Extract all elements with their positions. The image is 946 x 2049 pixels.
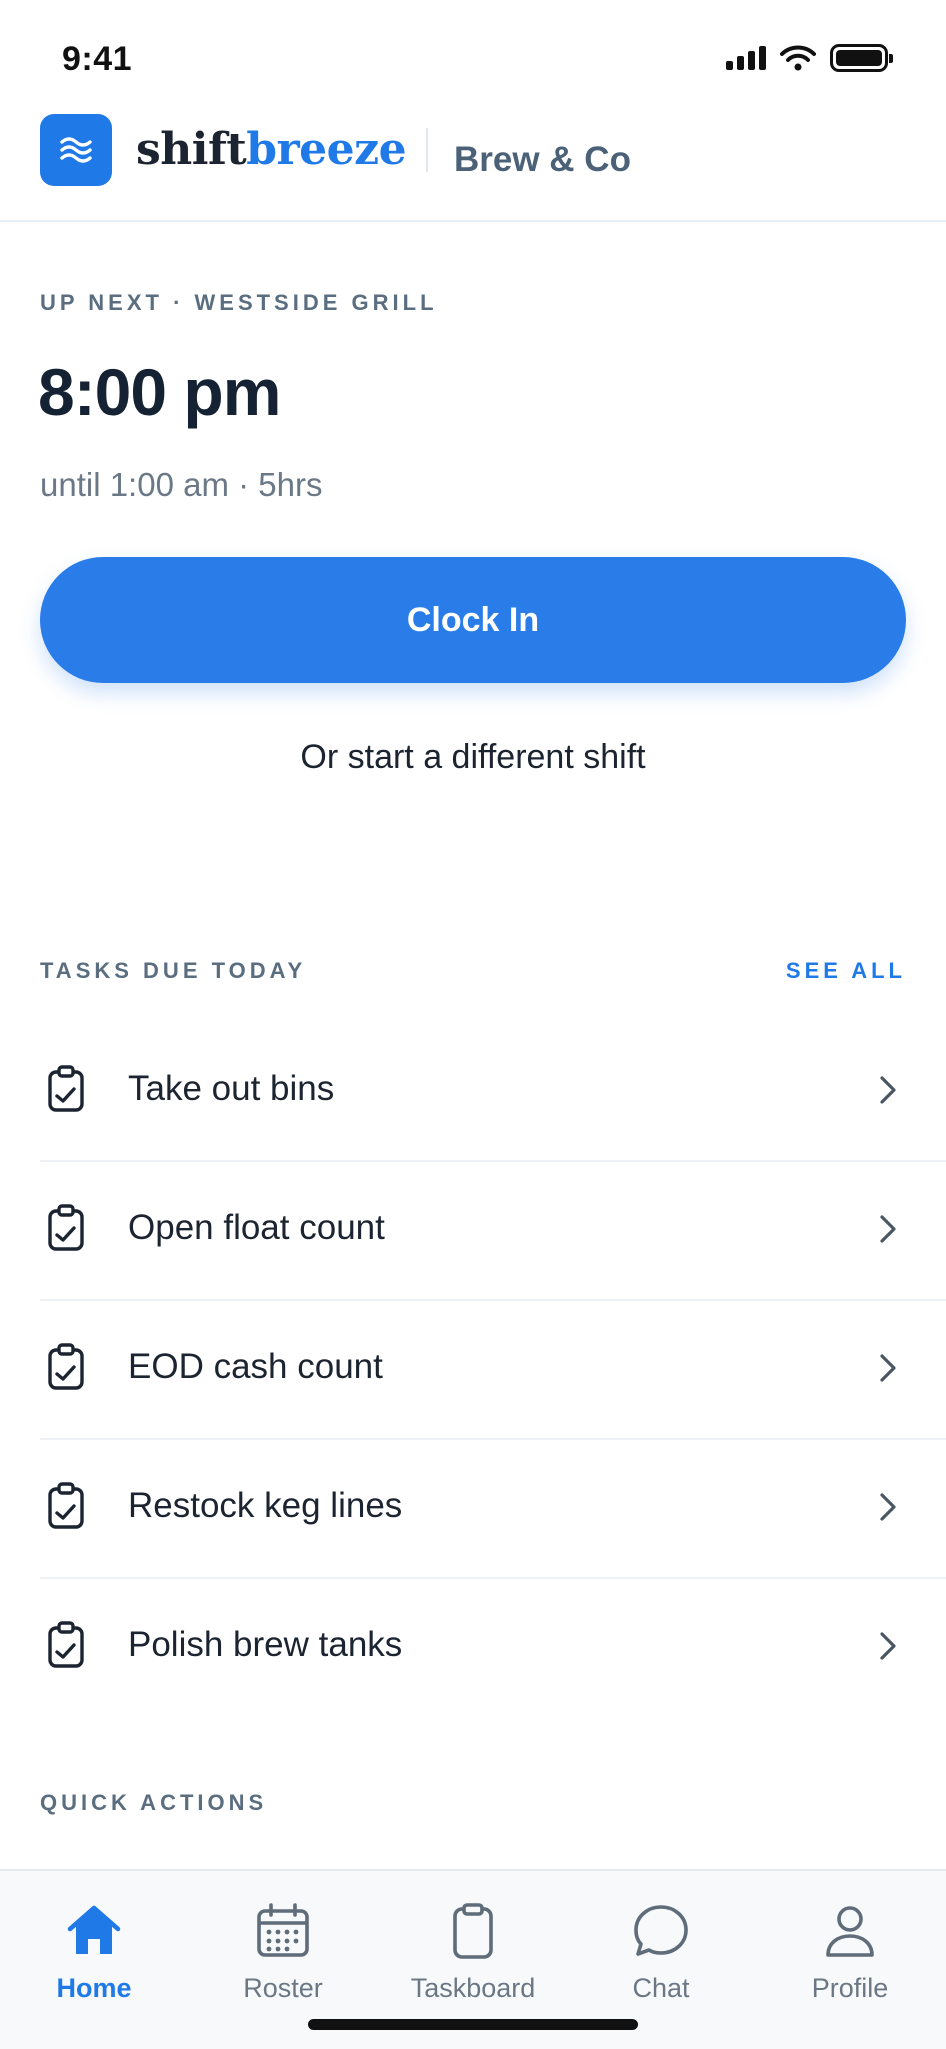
task-title: Polish brew tanks	[128, 1625, 403, 1664]
home-icon	[67, 1905, 121, 1954]
next-shift-label: UP NEXT · WESTSIDE GRILL	[40, 290, 438, 315]
tab-chat[interactable]: Chat	[581, 1901, 741, 2004]
clipboard-check-icon	[48, 1065, 84, 1112]
tab-label: Home	[56, 1973, 132, 2003]
quick-actions-label: QUICK ACTIONS	[40, 1790, 268, 1815]
status-time: 9:41	[62, 40, 133, 78]
app-header: shiftbreeze Brew & Co	[0, 110, 946, 222]
task-title: Open float count	[128, 1208, 385, 1247]
chevron-right-icon	[880, 1215, 896, 1243]
wifi-icon	[780, 45, 816, 71]
clipboard-check-icon	[48, 1482, 84, 1529]
task-row[interactable]: Take out bins	[40, 1023, 946, 1162]
task-row[interactable]: Polish brew tanks	[40, 1579, 946, 1718]
clipboard-check-icon	[48, 1343, 84, 1390]
clock-in-button[interactable]: Clock In	[40, 557, 906, 683]
chevron-right-icon	[880, 1354, 896, 1382]
user-icon	[826, 1906, 874, 1957]
cellular-signal-icon	[726, 46, 766, 70]
task-title: Take out bins	[128, 1069, 335, 1108]
task-list: Take out bins Open float count EOD cash …	[40, 1023, 946, 1718]
calendar-icon	[257, 1903, 309, 1957]
status-bar: 9:41	[0, 0, 946, 110]
tab-label: Taskboard	[410, 1973, 536, 2003]
brand-name-part-b: breeze	[246, 124, 407, 175]
brand-name: shiftbreeze	[136, 124, 407, 175]
see-all-link[interactable]: SEE ALL	[786, 958, 906, 984]
chevron-right-icon	[880, 1076, 896, 1104]
shift-time-range: until 1:00 am · 5hrs	[40, 466, 323, 503]
tab-taskboard[interactable]: Taskboard	[393, 1901, 553, 2004]
task-row[interactable]: Open float count	[40, 1162, 946, 1301]
task-title: Restock keg lines	[128, 1486, 403, 1525]
org-name: Brew & Co	[454, 140, 631, 179]
tasks-due-today-label: TASKS DUE TODAY	[40, 958, 307, 983]
status-icons	[726, 44, 893, 72]
clipboard-check-icon	[48, 1621, 84, 1668]
chat-bubble-icon	[634, 1905, 688, 1956]
task-row[interactable]: Restock keg lines	[40, 1440, 946, 1579]
shift-start-time: 8:00 pm	[38, 355, 281, 429]
start-different-shift-link[interactable]: Or start a different shift	[0, 738, 946, 777]
home-indicator	[308, 2019, 638, 2030]
tab-roster[interactable]: Roster	[203, 1901, 363, 2004]
clipboard-check-icon	[48, 1204, 84, 1251]
tab-profile[interactable]: Profile	[770, 1901, 930, 2004]
brand-name-part-a: shift	[136, 124, 247, 175]
tab-home[interactable]: Home	[14, 1901, 174, 2004]
waves-icon	[40, 114, 112, 186]
clipboard-icon	[453, 1903, 493, 1959]
chevron-right-icon	[880, 1632, 896, 1660]
task-row[interactable]: EOD cash count	[40, 1301, 946, 1440]
battery-icon	[830, 44, 893, 72]
task-title: EOD cash count	[128, 1347, 383, 1386]
tab-label: Chat	[632, 1973, 690, 2003]
chevron-right-icon	[880, 1493, 896, 1521]
header-divider	[426, 128, 428, 172]
tab-label: Roster	[243, 1973, 323, 2003]
tab-label: Profile	[811, 1973, 889, 2003]
